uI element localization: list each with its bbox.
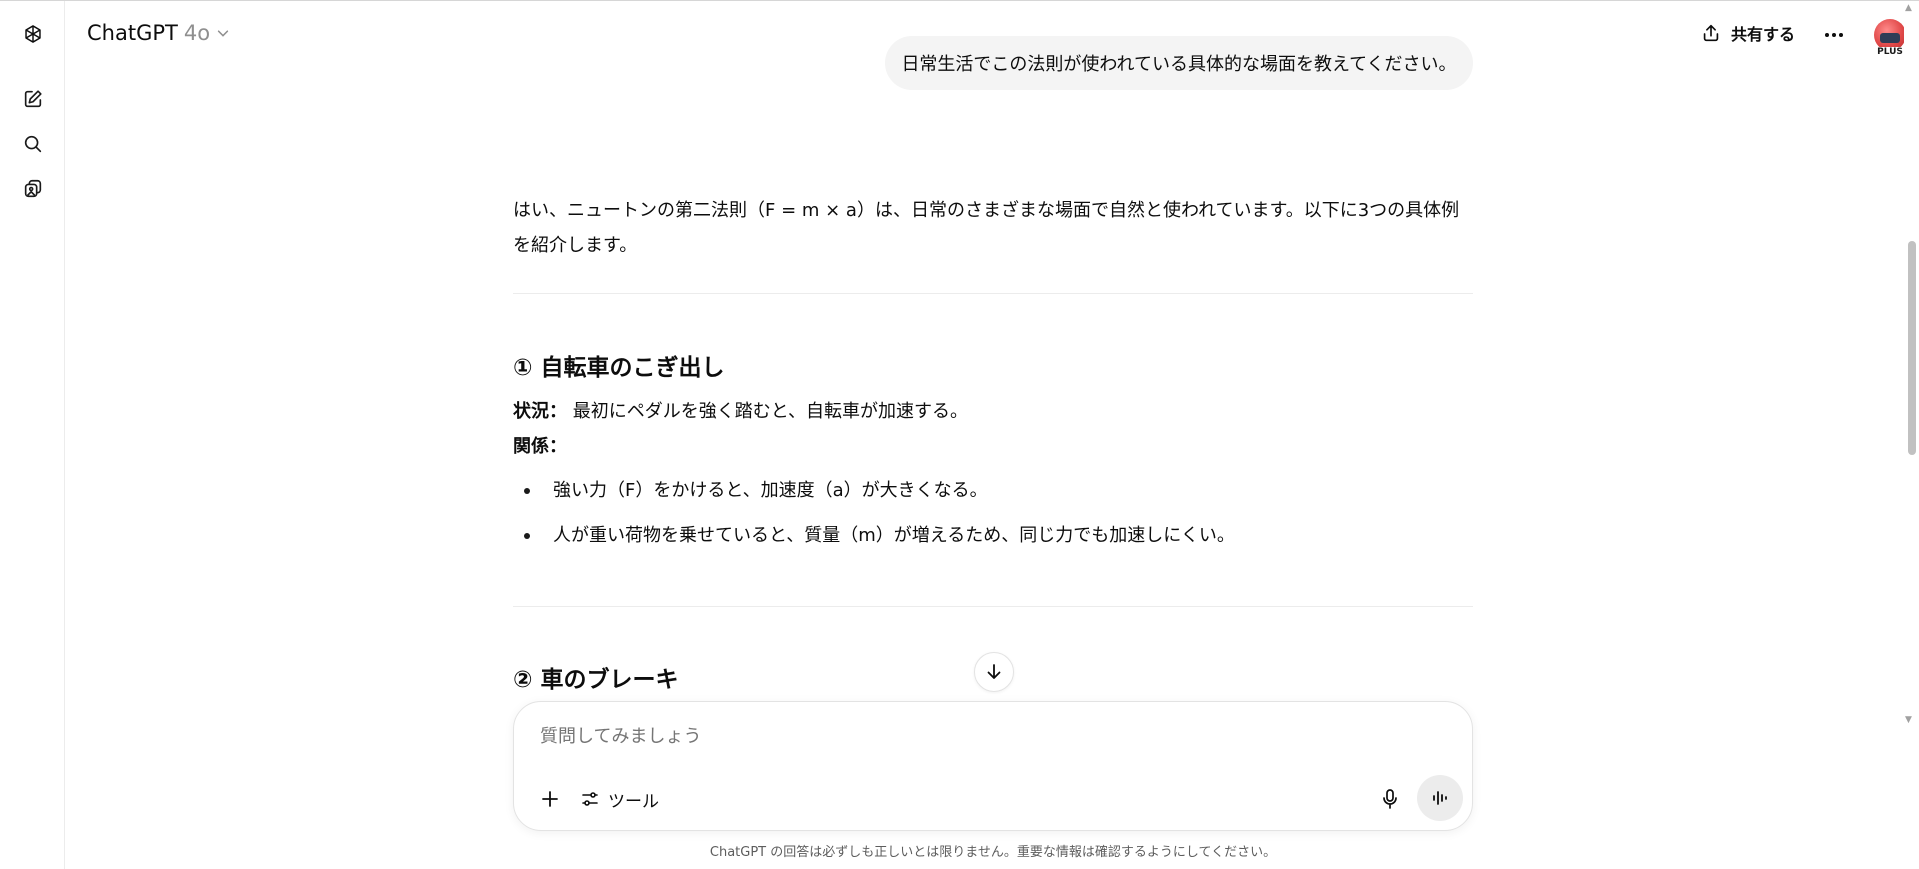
search-icon[interactable] [16,127,50,161]
list-item: 強い力（F）をかけると、加速度（a）が大きくなる。 [513,473,1473,508]
assistant-intro: はい、ニュートンの第二法則（F = m × a）は、日常のさまざまな場面で自然と… [513,200,1460,256]
share-label: 共有する [1731,25,1796,44]
sliders-icon [582,792,598,806]
relation-line: 関係： [513,429,1473,464]
voice-waveform-icon [1433,791,1447,805]
share-button[interactable]: 共有する [1700,21,1795,45]
situation-text: 最初にペダルを強く踏むと、自転車が加速する。 [572,401,969,422]
more-options-button[interactable] [1820,21,1848,49]
divider [513,293,1473,294]
arrow-down-icon [987,664,1001,679]
plus-icon [542,791,558,807]
plan-badge: PLUS [1872,47,1908,58]
microphone-icon [1383,789,1397,809]
openai-logo-icon[interactable] [16,17,50,51]
section-heading: ① 自転車のこぎ出し [513,355,725,381]
library-icon[interactable] [16,172,50,206]
list-item: 人が重い荷物を乗せていると、質量（m）が増えるため、同じ力でも加速しにくい。 [513,518,1473,553]
chevron-down-icon [217,30,229,37]
avatar-image [1880,33,1900,43]
new-chat-icon[interactable] [16,82,50,116]
situation-label: 状況： [513,401,567,422]
share-icon [1703,24,1719,42]
situation-line: 状況： 最初にペダルを強く踏むと、自転車が加速する。 [513,394,1473,429]
tools-label: ツール [608,791,659,812]
model-version: 4o [183,21,211,45]
chatgpt-window: ChatGPT 4o 共有する PLUS 日常生活でこの法則が使われている具体的… [0,0,1919,869]
model-selector[interactable]: ChatGPT 4o [87,21,230,45]
relation-label: 関係： [513,436,567,457]
add-attachment-button[interactable] [534,783,566,815]
sidebar-rail [0,1,65,869]
scroll-to-bottom-button[interactable] [974,652,1014,692]
scroll-up-arrow-icon[interactable]: ▲ [1905,3,1912,13]
dictate-button[interactable] [1374,783,1406,815]
model-name: ChatGPT [87,21,178,45]
user-message-text: 日常生活でこの法則が使われている具体的な場面を教えてください。 [901,54,1457,75]
user-message-bubble: 日常生活でこの法則が使われている具体的な場面を教えてください。 [885,36,1473,90]
voice-mode-button[interactable] [1417,775,1463,821]
tools-button[interactable]: ツール [580,783,659,815]
assistant-message: はい、ニュートンの第二法則（F = m × a）は、日常のさまざまな場面で自然と… [513,193,1473,694]
divider [513,606,1473,607]
composer: ツール [513,701,1473,831]
scrollbar-thumb[interactable] [1908,241,1916,455]
ellipsis-icon [1825,33,1843,37]
prompt-input[interactable] [540,726,1400,747]
disclaimer: ChatGPT の回答は必ずしも正しいとは限りません。重要な情報は確認するように… [709,845,1277,860]
scroll-down-arrow-icon[interactable]: ▼ [1905,715,1912,725]
avatar[interactable]: PLUS [1872,19,1908,58]
